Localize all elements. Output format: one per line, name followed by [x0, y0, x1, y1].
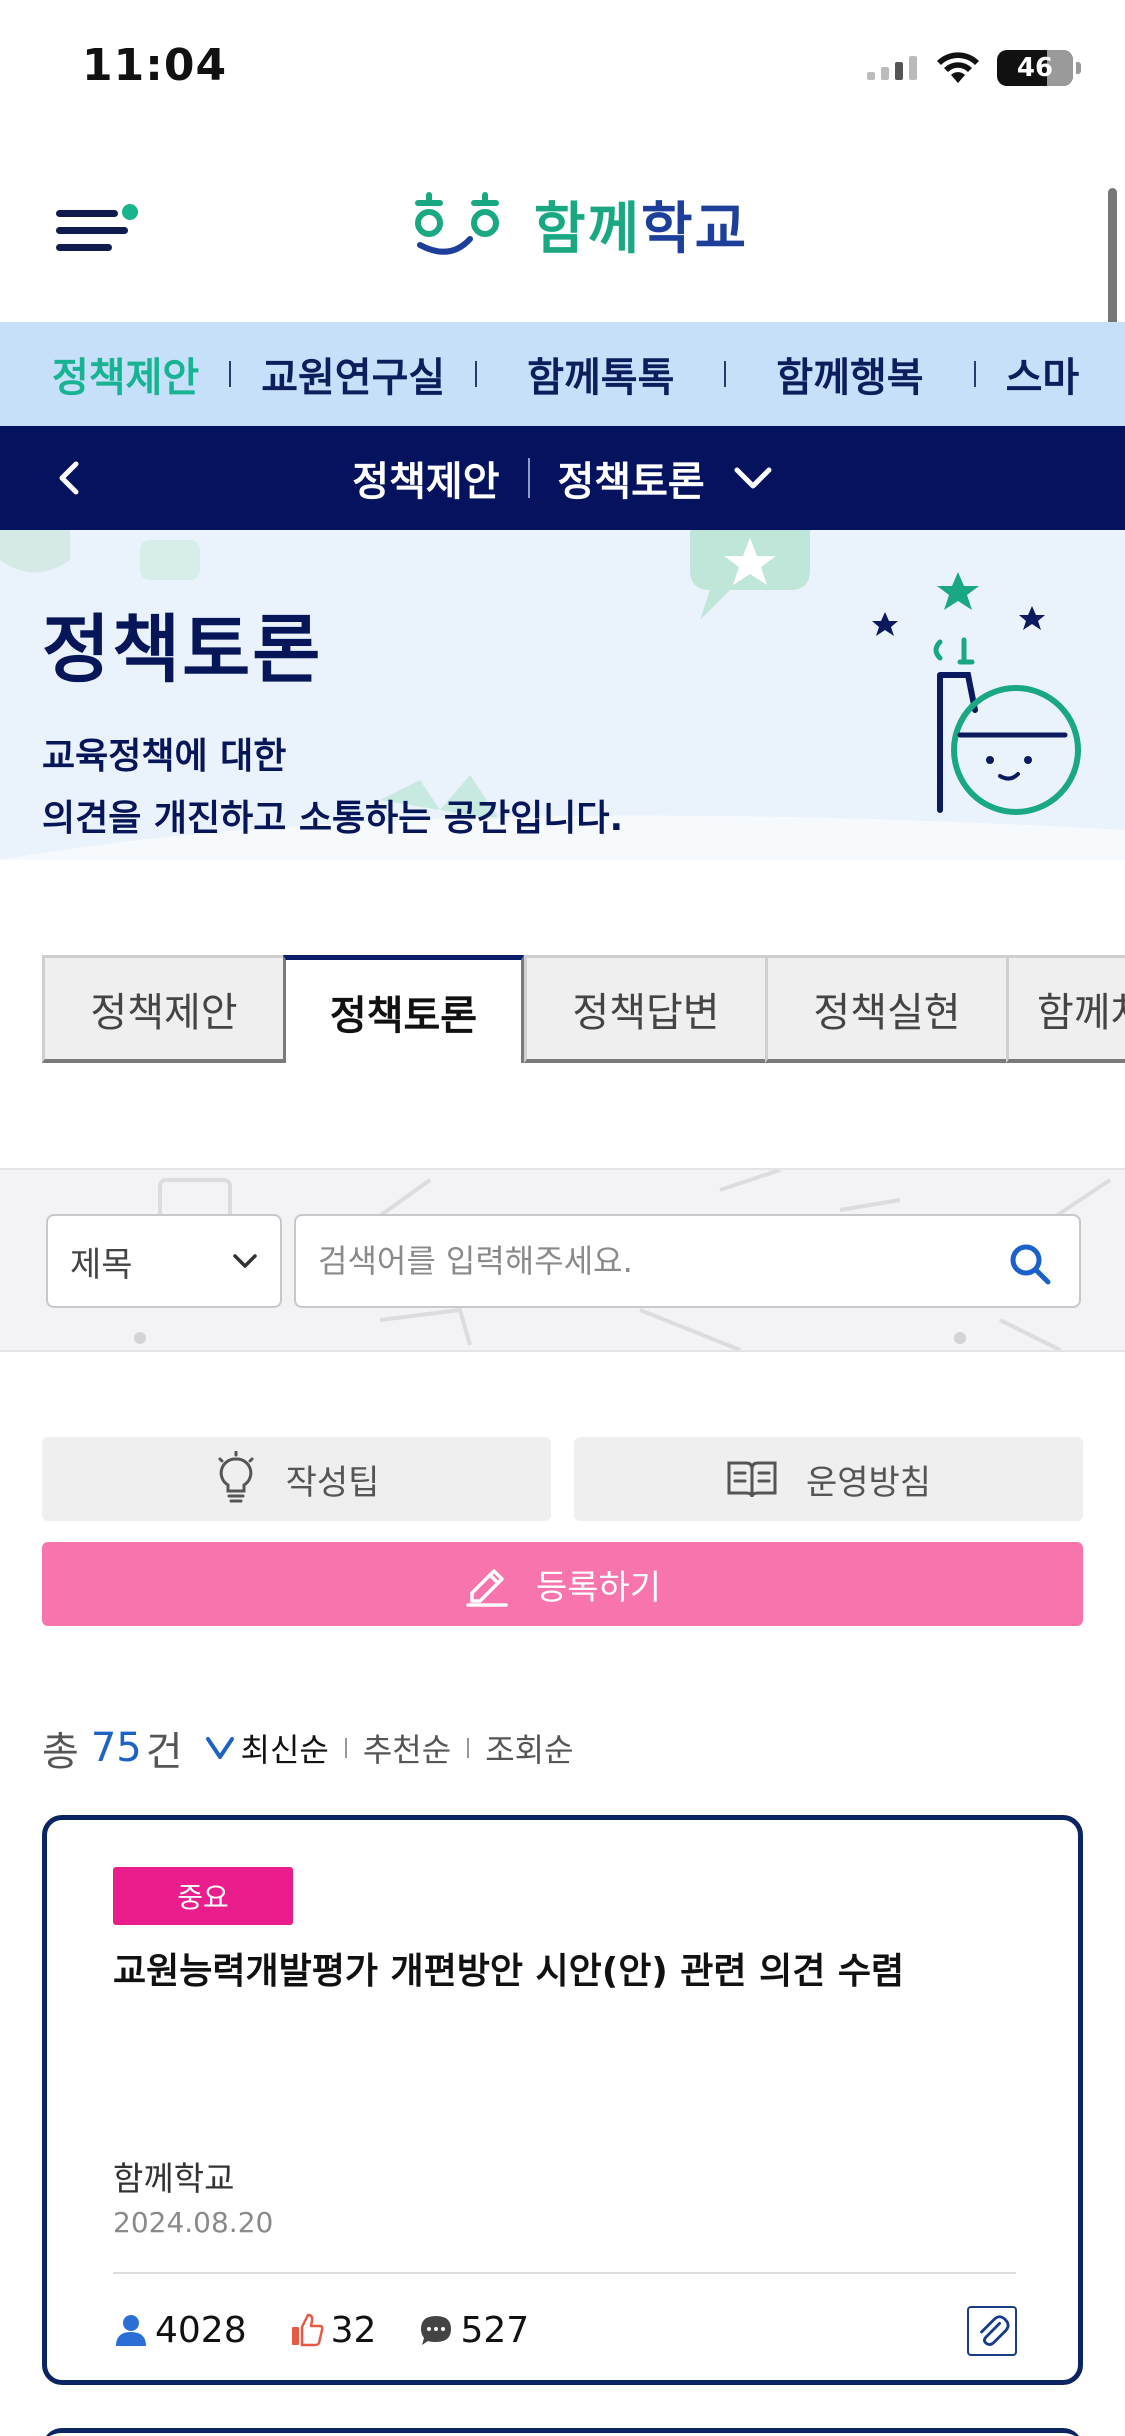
- category-item-together-happy[interactable]: 함께행복: [726, 345, 973, 403]
- category-item-teacher-lab[interactable]: 교원연구실: [231, 345, 475, 403]
- battery-level: 46: [1016, 53, 1054, 83]
- register-label: 등록하기: [535, 1567, 662, 1608]
- tab-policy-proposal[interactable]: 정책제안: [42, 955, 283, 1063]
- person-icon: [116, 2315, 146, 2346]
- list-header: 총 75 건 최신순 추천순 조회순: [42, 1718, 574, 1778]
- writing-tip-label: 작성팁: [285, 1462, 380, 1503]
- tab-together[interactable]: 함께차: [1006, 955, 1125, 1063]
- search-area: 제목: [0, 1168, 1125, 1352]
- signal-icon: [867, 56, 917, 80]
- sort-latest[interactable]: 최신순: [241, 1725, 329, 1771]
- thumbs-up-icon: [291, 2313, 324, 2347]
- comments-stat: 527: [418, 2310, 529, 2351]
- menu-notification-dot: [122, 204, 138, 220]
- tab-policy-realization[interactable]: 정책실현: [765, 955, 1006, 1063]
- total-count: 75: [90, 1725, 142, 1771]
- chevron-down-icon[interactable]: [733, 466, 773, 490]
- next-post-card[interactable]: [42, 2428, 1083, 2436]
- category-nav: 정책제안 교원연구실 함께톡톡 함께행복 스마: [0, 322, 1125, 426]
- wifi-icon: [937, 52, 979, 83]
- post-date: 2024.08.20: [113, 2206, 274, 2239]
- battery-icon: 46: [997, 50, 1081, 86]
- category-item-policy-proposal[interactable]: 정책제안: [0, 345, 229, 403]
- writing-tip-button[interactable]: 작성팁: [42, 1437, 551, 1521]
- status-bar: 11:04 46: [0, 0, 1125, 140]
- attachment-icon: [967, 2306, 1017, 2356]
- category-item-smart[interactable]: 스마: [976, 345, 1110, 403]
- tab-policy-debate[interactable]: 정책토론: [283, 955, 524, 1063]
- register-button[interactable]: 등록하기: [42, 1542, 1083, 1626]
- important-badge: 중요: [113, 1867, 293, 1925]
- likes-count: 32: [330, 2309, 377, 2351]
- search-input[interactable]: [294, 1214, 1081, 1308]
- comments-count: 527: [460, 2309, 530, 2351]
- hero-character-illustration: [872, 572, 1081, 815]
- category-item-together-talk[interactable]: 함께톡톡: [477, 345, 724, 403]
- page-title: 정책토론: [42, 607, 323, 693]
- sort-views[interactable]: 조회순: [485, 1725, 573, 1771]
- post-stats: 4028 32 527: [113, 2300, 529, 2360]
- search-field-select-value: 제목: [70, 1244, 133, 1285]
- sub-nav-separator: [527, 458, 530, 498]
- likes-stat: 32: [289, 2309, 377, 2351]
- status-icons: 46: [867, 46, 1081, 90]
- app-header: 함께학교: [0, 150, 1125, 320]
- sub-nav: 정책제안 정책토론: [0, 426, 1125, 530]
- sort-recommended[interactable]: 추천순: [363, 1725, 451, 1771]
- app-logo[interactable]: 함께학교: [410, 184, 748, 264]
- card-divider: [113, 2272, 1016, 2274]
- tab-policy-answer[interactable]: 정책답변: [524, 955, 765, 1063]
- sort-separator: [344, 1738, 347, 1758]
- search-field-select[interactable]: 제목: [46, 1214, 282, 1308]
- pencil-icon: [466, 1569, 508, 1607]
- views-stat: 4028: [113, 2310, 247, 2351]
- sort-separator: [467, 1738, 470, 1758]
- hero-banner: 정책토론 교육정책에 대한 의견을 개진하고 소통하는 공간입니다.: [0, 530, 1125, 860]
- page-description-line2: 의견을 개진하고 소통하는 공간입니다.: [42, 798, 624, 839]
- lightbulb-icon: [218, 1451, 254, 1503]
- search-icon[interactable]: [1008, 1242, 1052, 1286]
- page-description-line1: 교육정책에 대한: [42, 736, 287, 777]
- post-title[interactable]: 교원능력개발평가 개편방안 시안(안) 관련 의견 수렴: [113, 1942, 904, 1994]
- total-unit: 건: [145, 1729, 183, 1775]
- views-count: 4028: [155, 2309, 247, 2351]
- board-tabs: 정책제안 정책토론 정책답변 정책실현 함께차: [42, 955, 1125, 1065]
- sub-nav-current[interactable]: 정책토론: [558, 449, 705, 507]
- post-card[interactable]: 중요 교원능력개발평가 개편방안 시안(안) 관련 의견 수렴 함께학교 202…: [42, 1815, 1083, 2385]
- page-description: 교육정책에 대한 의견을 개진하고 소통하는 공간입니다.: [42, 726, 623, 850]
- operation-policy-button[interactable]: 운영방침: [574, 1437, 1083, 1521]
- operation-policy-label: 운영방침: [805, 1462, 932, 1503]
- logo-mark-icon: [415, 192, 499, 255]
- status-time: 11:04: [82, 40, 228, 91]
- book-icon: [727, 1461, 777, 1498]
- hamburger-menu-button[interactable]: [56, 200, 140, 260]
- post-author: 함께학교: [113, 2159, 235, 2198]
- total-label: 총: [42, 1729, 79, 1775]
- sort-check-icon: [205, 1737, 234, 1759]
- chevron-down-icon: [233, 1254, 257, 1268]
- logo-text: 함께학교: [534, 196, 749, 262]
- comment-icon: [421, 2316, 452, 2345]
- sub-nav-parent[interactable]: 정책제안: [352, 449, 499, 507]
